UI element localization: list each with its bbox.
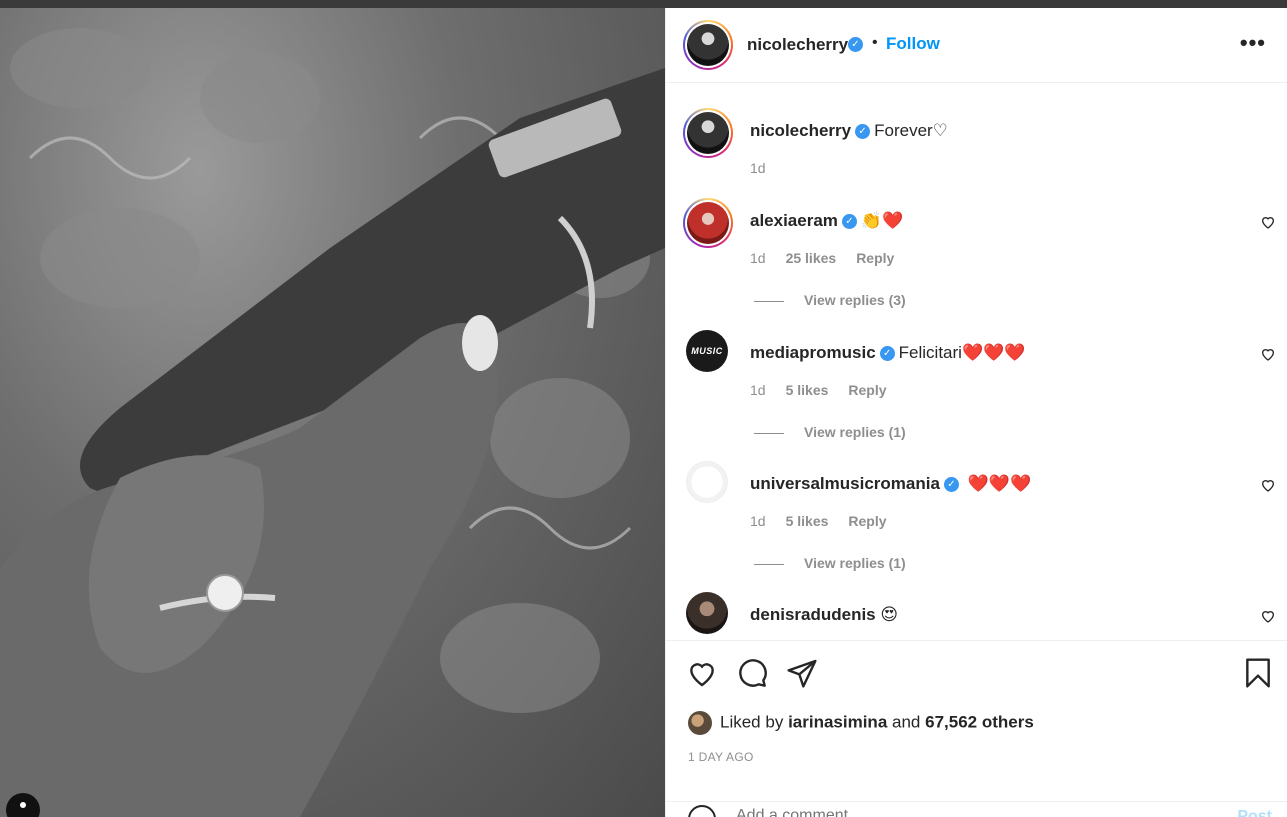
heart-icon[interactable]: [1260, 477, 1276, 493]
background-nav-strip: [0, 0, 1287, 8]
comment-line: mediapromusic ✓ Felicitari❤️❤️❤️: [750, 343, 1025, 363]
comment-time[interactable]: 1d: [750, 250, 766, 266]
more-icon[interactable]: •••: [1240, 30, 1266, 56]
likes-count[interactable]: 67,562 others: [925, 712, 1034, 731]
post-actions: Liked by iarinasimina and 67,562 others …: [666, 640, 1287, 817]
emoji-icon[interactable]: [688, 805, 716, 817]
comment-meta: 1d 5 likes Reply: [750, 513, 907, 529]
add-comment-bar: Post: [666, 801, 1287, 817]
caption-meta: 1d: [750, 160, 786, 176]
verified-icon: ✓: [855, 124, 871, 140]
caption-username[interactable]: nicolecherry: [750, 121, 851, 140]
reply-button[interactable]: Reply: [856, 250, 894, 266]
comment-text: 😍: [875, 605, 899, 624]
post-photo-art: [0, 28, 665, 817]
view-replies-button[interactable]: View replies (1): [754, 555, 906, 571]
verified-icon: ✓: [879, 346, 895, 362]
verified-icon: ✓: [848, 37, 863, 52]
comment-line: denisradudenis 😍: [750, 605, 898, 625]
comment-likes[interactable]: 5 likes: [786, 382, 829, 398]
comment-meta: 1d 25 likes Reply: [750, 250, 914, 266]
comment-username[interactable]: universalmusicromania: [750, 474, 940, 493]
post-button[interactable]: Post: [1237, 808, 1272, 817]
comment-line: alexiaeram ✓ 👏❤️: [750, 211, 903, 231]
view-replies-button[interactable]: View replies (3): [754, 292, 906, 308]
verified-icon: ✓: [841, 214, 857, 230]
heart-icon[interactable]: [1260, 608, 1276, 624]
comment-likes[interactable]: 25 likes: [786, 250, 837, 266]
liker-username[interactable]: iarinasimina: [788, 712, 887, 731]
comment-username[interactable]: denisradudenis: [750, 605, 876, 624]
follow-button[interactable]: Follow: [886, 34, 940, 54]
comment-username[interactable]: mediapromusic: [750, 343, 876, 362]
comment-text: 👏❤️: [860, 211, 904, 230]
verified-icon: ✓: [943, 477, 959, 493]
comment-avatar[interactable]: [683, 198, 733, 248]
share-icon[interactable]: [786, 657, 818, 689]
view-replies-button[interactable]: View replies (1): [754, 424, 906, 440]
liked-by-prefix: Liked by: [720, 712, 784, 732]
caption-line: nicolecherry ✓ Forever♡: [750, 121, 948, 141]
caption-avatar[interactable]: [683, 108, 733, 158]
comment-avatar[interactable]: MUSIC: [686, 330, 728, 372]
post-sidebar: nicolecherry ✓ • Follow ••• nicolecherry…: [665, 8, 1287, 817]
comment-icon[interactable]: [736, 657, 768, 689]
bookmark-icon[interactable]: [1242, 657, 1274, 689]
reply-button[interactable]: Reply: [848, 513, 886, 529]
header-separator: •: [872, 34, 878, 51]
comment-username[interactable]: alexiaeram: [750, 211, 838, 230]
avatar-label: MUSIC: [691, 346, 723, 356]
heart-icon[interactable]: [1260, 214, 1276, 230]
liked-by-conj: and: [892, 712, 921, 732]
comment-text: Felicitari❤️❤️❤️: [898, 343, 1026, 362]
post-photo[interactable]: [0, 8, 665, 817]
comment-avatar[interactable]: [686, 461, 728, 503]
heart-icon[interactable]: [686, 657, 718, 689]
caption-text: Forever♡: [874, 121, 948, 140]
comment-time[interactable]: 1d: [750, 382, 766, 398]
comment-avatar[interactable]: [686, 592, 728, 634]
comment-text: ❤️❤️❤️: [962, 474, 1032, 493]
comment-likes[interactable]: 5 likes: [786, 513, 829, 529]
author-username[interactable]: nicolecherry: [747, 35, 848, 55]
comment-input[interactable]: [736, 807, 1186, 817]
comment-time[interactable]: 1d: [750, 513, 766, 529]
liked-by: Liked by iarinasimina and 67,562 others: [688, 711, 1034, 735]
caption-time[interactable]: 1d: [750, 160, 766, 176]
reply-button[interactable]: Reply: [848, 382, 886, 398]
liker-avatar[interactable]: [688, 711, 712, 735]
heart-icon[interactable]: [1260, 346, 1276, 362]
author-avatar[interactable]: [683, 20, 733, 70]
post-time[interactable]: 1 DAY AGO: [688, 750, 754, 764]
comment-meta: 1d 5 likes Reply: [750, 382, 907, 398]
comment-line: universalmusicromania ✓ ❤️❤️❤️: [750, 474, 1031, 494]
comments-list[interactable]: nicolecherry ✓ Forever♡ 1d alexiaeram ✓ 👏❤️ …: [666, 84, 1287, 639]
post-header: nicolecherry ✓ • Follow •••: [666, 8, 1287, 83]
